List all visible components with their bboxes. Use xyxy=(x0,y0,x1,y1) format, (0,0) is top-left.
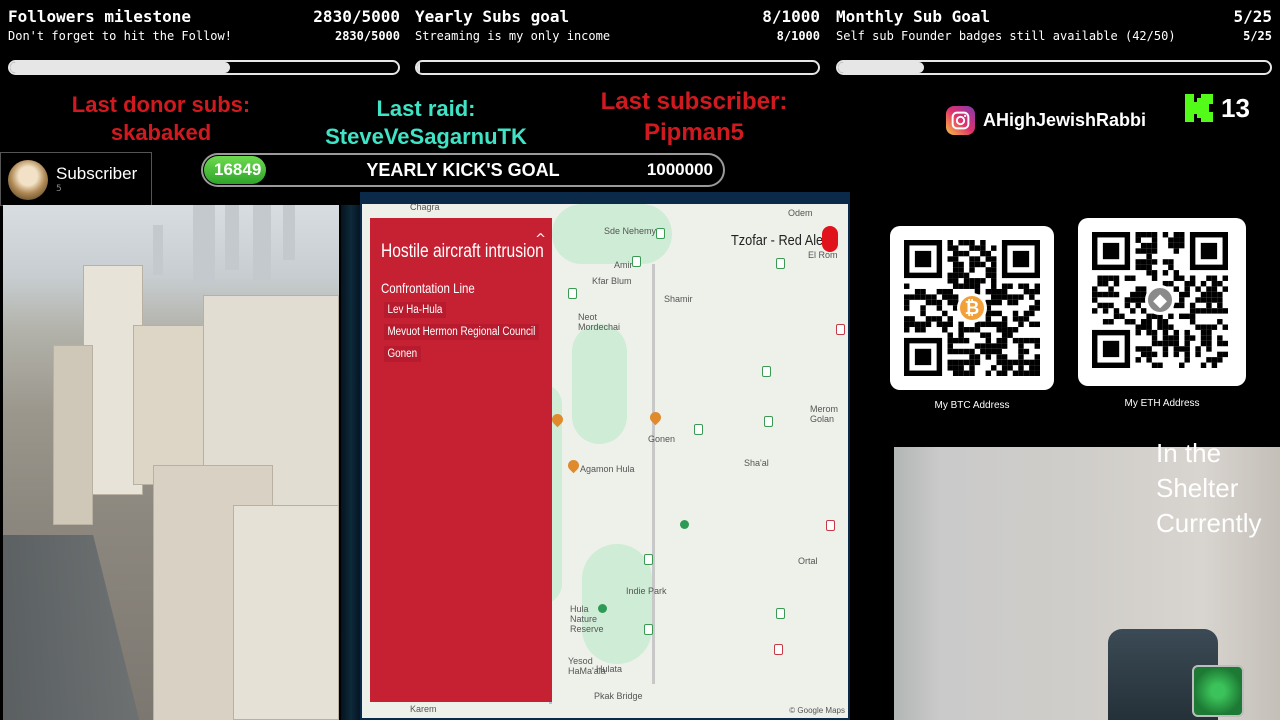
alert-title: Hostile aircraft intrusion xyxy=(381,241,544,262)
map-place: Kfar Blum xyxy=(592,276,632,286)
kick-icon xyxy=(1185,94,1213,122)
last-raid-value: SteveVeSagarnuTK xyxy=(325,124,527,149)
last-subscriber: Last subscriber: Pipman5 xyxy=(580,86,808,148)
goal-progress-fill xyxy=(10,62,230,73)
goal-title: Followers milestone xyxy=(8,7,192,26)
eth-address-caption: My ETH Address xyxy=(1124,398,1200,409)
last-donor-subs: Last donor subs: skabaked xyxy=(50,91,272,147)
last-donor-label: Last donor subs: xyxy=(71,92,251,117)
last-donor-value: skabaked xyxy=(110,120,212,145)
eth-qr-code: ◆ xyxy=(1078,218,1246,386)
map-attribution: © Google Maps xyxy=(789,706,845,715)
map-place: Sha'al xyxy=(744,458,769,468)
map-place: Pkak Bridge xyxy=(594,691,643,701)
goal-subtitle: Don't forget to hit the Follow! xyxy=(8,29,232,43)
alert-area-item: Mevuot Hermon Regional Council xyxy=(384,324,539,346)
ethereum-icon: ◆ xyxy=(1145,285,1175,315)
goal-count: 2830/5000 xyxy=(313,7,400,26)
map-place: Odem xyxy=(788,208,813,218)
goal-count: 5/25 xyxy=(1233,7,1272,26)
map-place: Indie Park xyxy=(626,586,667,596)
bitcoin-icon: ₿ xyxy=(957,293,987,323)
map-place: Chagra xyxy=(410,204,440,212)
map-place: Yesod HaMa'ala xyxy=(568,656,606,676)
btc-address-caption: My BTC Address xyxy=(934,400,1010,411)
yearly-kicks-goal-bar: 16849 YEARLY KICK'S GOAL 1000000 xyxy=(201,153,725,187)
alert-area-list: Lev Ha-Hula Mevuot Hermon Regional Counc… xyxy=(384,302,564,368)
map-place: Sde Nehemya xyxy=(604,226,662,236)
btc-qr-code: ₿ xyxy=(890,226,1054,390)
goal-progress-bar xyxy=(836,60,1272,75)
alert-area-item: Gonen xyxy=(384,346,539,368)
red-alert-label: Tzofar - Red Alert xyxy=(731,232,831,249)
instagram-icon xyxy=(946,106,975,135)
alert-details-panel: ^ Hostile aircraft intrusion Confrontati… xyxy=(370,218,552,702)
goal-sub-count: 8/1000 xyxy=(776,29,820,43)
subscriber-label: Subscriber xyxy=(56,164,138,183)
alert-section: Confrontation Line xyxy=(381,280,475,296)
alert-indicator-icon xyxy=(822,226,838,252)
kicks-target: 1000000 xyxy=(646,160,713,179)
map-place: Agamon Hula xyxy=(580,464,635,474)
avatar xyxy=(8,160,48,200)
goal-progress-bar xyxy=(8,60,400,75)
last-subscriber-label: Last subscriber: xyxy=(600,88,788,115)
map-place: Gonen xyxy=(648,434,676,444)
instagram-handle-text: AHighJewishRabbi xyxy=(983,110,1147,130)
kick-count: 13 xyxy=(1221,92,1250,123)
map-place: El Rom xyxy=(808,250,838,260)
last-raid-label: Last raid: xyxy=(376,96,476,121)
followers-goal: Followers milestone 2830/5000 Don't forge… xyxy=(0,0,408,84)
goal-progress-fill xyxy=(417,62,421,73)
yearly-subs-goal: Yearly Subs goal 8/1000 Streaming is my o… xyxy=(407,0,828,84)
subscriber-alert-card: Subscriber 5 xyxy=(0,152,152,206)
alert-map: Chagra Sde Nehemya Amir Kfar Blum Shamir… xyxy=(362,204,848,718)
map-place: Karem xyxy=(410,704,437,714)
last-subscriber-value: Pipman5 xyxy=(643,119,745,146)
map-place: Shamir xyxy=(664,294,693,304)
goal-progress-fill xyxy=(838,62,925,73)
goal-subtitle: Streaming is my only income xyxy=(415,29,611,43)
monthly-sub-goal: Monthly Sub Goal 5/25 Self sub Founder ba… xyxy=(828,0,1280,84)
goal-sub-count: 5/25 xyxy=(1243,29,1272,43)
kicks-goal-label: YEARLY KICK'S GOAL xyxy=(366,160,560,180)
red-alert-map-panel: Chagra Sde Nehemya Amir Kfar Blum Shamir… xyxy=(360,192,850,720)
alert-area-item: Lev Ha-Hula xyxy=(384,302,539,324)
map-place: Neot Mordechai xyxy=(578,312,621,332)
goal-progress-bar xyxy=(415,60,820,75)
city-camera-feed xyxy=(3,205,339,720)
green-box xyxy=(1192,665,1244,717)
goal-sub-count: 2830/5000 xyxy=(334,29,400,43)
shelter-status-text: In the Shelter Currently xyxy=(1156,438,1262,538)
map-place: Ortal xyxy=(798,556,818,566)
map-place: Merom Golan xyxy=(810,404,839,424)
background-strip xyxy=(341,205,361,720)
subscriber-count: 5 xyxy=(56,184,62,194)
goal-title: Monthly Sub Goal xyxy=(836,7,991,26)
goal-count: 8/1000 xyxy=(762,7,820,26)
instagram-handle: AHighJewishRabbi xyxy=(946,106,1146,135)
last-raid: Last raid: SteveVeSagarnuTK xyxy=(316,95,536,151)
goal-subtitle: Self sub Founder badges still available … xyxy=(836,29,1176,43)
goal-title: Yearly Subs goal xyxy=(415,7,570,26)
map-place: Amir xyxy=(614,260,633,270)
kick-follower-count: 13 xyxy=(1183,92,1250,124)
